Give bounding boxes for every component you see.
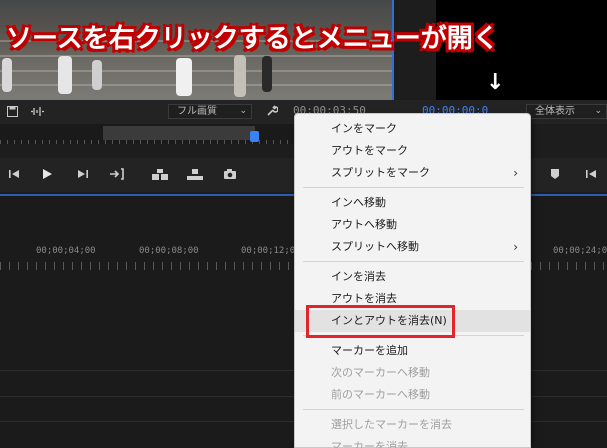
menu-item: マーカーを消去 (295, 436, 530, 448)
menu-item-label: 次のマーカーへ移動 (331, 366, 430, 379)
video-detail (2, 58, 12, 92)
video-detail (92, 60, 102, 90)
menu-item-label: アウトへ移動 (331, 218, 397, 231)
fit-select-label: 全体表示 (535, 106, 575, 117)
menu-item-label: スプリットへ移動 (331, 240, 419, 253)
menu-item-label: インを消去 (331, 270, 386, 283)
menu-item-label: 前のマーカーへ移動 (331, 388, 430, 401)
chevron-right-icon: › (513, 240, 518, 254)
menu-item[interactable]: インを消去 (295, 266, 530, 288)
video-detail (176, 58, 192, 96)
step-back-icon[interactable] (585, 168, 597, 183)
fit-select[interactable]: 全体表示 ⌄ (526, 104, 607, 119)
in-out-range[interactable] (103, 126, 255, 140)
down-arrow-icon: ↓ (486, 70, 505, 95)
chevron-right-icon: › (513, 166, 518, 180)
menu-item[interactable]: スプリットをマーク › (295, 162, 530, 184)
marker-icon[interactable] (550, 168, 560, 183)
menu-separator (303, 409, 524, 410)
menu-item-label: アウトをマーク (331, 144, 408, 157)
context-menu: インをマーク アウトをマークスプリットをマーク › インへ移動アウトへ移動スプリットへ… (294, 113, 531, 448)
video-detail (58, 56, 72, 94)
menu-item[interactable]: スプリットへ移動 › (295, 236, 530, 258)
camera-icon[interactable] (223, 168, 237, 183)
menu-item-label: インへ移動 (331, 196, 386, 209)
video-detail (234, 55, 246, 97)
play-icon[interactable] (41, 168, 53, 183)
resolution-select-label: フル画質 (177, 106, 217, 117)
ruler-label: 00;00;08;00 (139, 246, 199, 256)
menu-separator (303, 261, 524, 262)
chevron-down-icon: ⌄ (239, 106, 247, 116)
insert-icon[interactable] (151, 168, 169, 184)
overwrite-icon[interactable] (186, 168, 204, 184)
playhead[interactable] (250, 131, 259, 142)
menu-item[interactable]: マーカーを追加 (295, 340, 530, 362)
menu-separator (303, 187, 524, 188)
save-icon[interactable] (7, 106, 18, 120)
menu-item: 前のマーカーへ移動 (295, 384, 530, 406)
highlight-annotation (306, 305, 455, 338)
menu-item-label: スプリットをマーク (331, 166, 430, 179)
premiere-window: ソースを右クリックするとメニューが開く ↓ フル画質 ⌄ 00;00;03;50… (0, 0, 607, 448)
resolution-select[interactable]: フル画質 ⌄ (168, 104, 252, 119)
menu-item: 次のマーカーへ移動 (295, 362, 530, 384)
menu-item[interactable]: インへ移動 (295, 192, 530, 214)
step-forward-icon[interactable] (77, 168, 89, 183)
menu-item[interactable]: インをマーク (295, 118, 530, 140)
ruler-label: 00;00;12;0 (241, 246, 296, 256)
menu-item: 選択したマーカーを消去 (295, 414, 530, 436)
menu-item[interactable]: アウトをマーク (295, 140, 530, 162)
ruler-label: 00;00;24;00 (553, 246, 607, 256)
menu-item-label: マーカーを消去 (331, 440, 408, 448)
video-detail (262, 56, 272, 92)
step-back-icon[interactable] (8, 168, 20, 183)
go-to-out-icon[interactable] (109, 168, 125, 183)
chevron-down-icon: ⌄ (594, 106, 602, 116)
menu-item-label: アウトを消去 (331, 292, 397, 305)
menu-item-label: インをマーク (331, 122, 397, 135)
headline-caption: ソースを右クリックするとメニューが開く (6, 24, 499, 54)
menu-item[interactable]: アウトへ移動 (295, 214, 530, 236)
menu-item-label: 選択したマーカーを消去 (331, 418, 452, 431)
ruler-label: 00;00;04;00 (36, 246, 96, 256)
waveform-icon[interactable] (30, 106, 44, 120)
menu-item-label: マーカーを追加 (331, 344, 408, 357)
wrench-icon[interactable] (266, 105, 279, 120)
